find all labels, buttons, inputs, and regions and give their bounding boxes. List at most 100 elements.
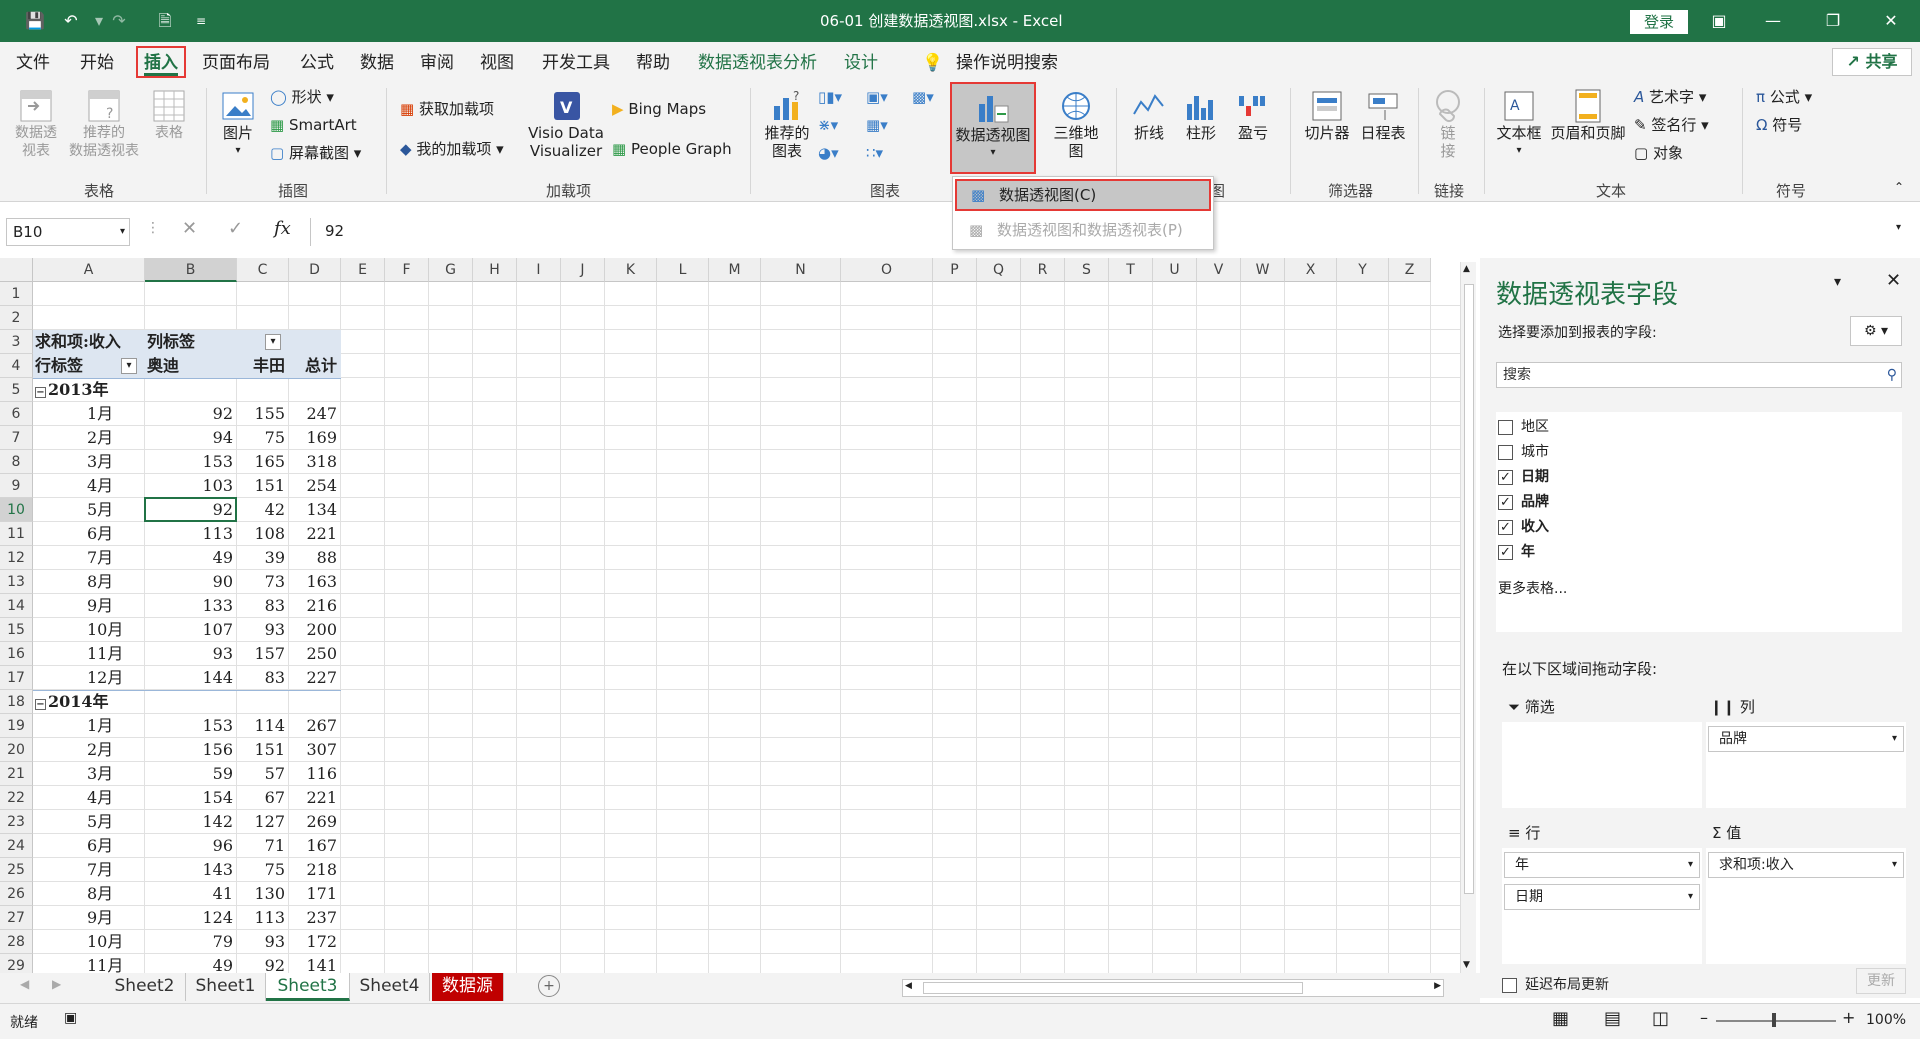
pivot-month[interactable]: 12月 xyxy=(35,666,141,690)
h-scrollbar-thumb[interactable] xyxy=(923,982,1303,994)
field-item[interactable]: ✓ 年 xyxy=(1498,541,1535,561)
pivot-cell[interactable]: 165 xyxy=(239,450,285,474)
row-header-15[interactable]: 15 xyxy=(0,618,33,642)
checkbox[interactable]: ✓ xyxy=(1498,494,1513,510)
cancel-icon[interactable]: ✕ xyxy=(182,218,197,239)
scrollbar-thumb[interactable] xyxy=(1464,284,1474,894)
row-header-27[interactable]: 27 xyxy=(0,906,33,930)
tab-view[interactable]: 视图 xyxy=(480,50,514,76)
pivot-month[interactable]: 3月 xyxy=(35,450,141,474)
undo-icon[interactable]: ↶ xyxy=(58,8,84,34)
scroll-left-icon[interactable]: ◀ xyxy=(905,981,912,991)
column-chart-button[interactable]: ▯▮▾ xyxy=(818,88,842,106)
pivot-cell[interactable]: 200 xyxy=(291,618,337,642)
row-field-year[interactable]: 年 ▾ xyxy=(1504,852,1700,878)
sheet-tab-active[interactable]: Sheet3 xyxy=(266,973,350,1001)
screenshot-button[interactable]: ▢ 屏幕截图 ▾ xyxy=(270,144,361,162)
row-header-25[interactable]: 25 xyxy=(0,858,33,882)
minimize-icon[interactable]: — xyxy=(1760,8,1786,34)
rows-drop-area[interactable]: 年 ▾ 日期 ▾ xyxy=(1502,848,1702,964)
pivot-cell[interactable]: 57 xyxy=(239,762,285,786)
pivot-cell[interactable]: 216 xyxy=(291,594,337,618)
column-header-C[interactable]: C xyxy=(237,258,289,282)
sheet-tab[interactable]: Sheet1 xyxy=(186,973,266,1001)
pivot-cell[interactable]: 141 xyxy=(291,954,337,973)
print-preview-icon[interactable]: 🗎 xyxy=(152,8,178,34)
pivot-cell[interactable]: 124 xyxy=(147,906,233,930)
column-header-H[interactable]: H xyxy=(473,258,517,282)
pivot-cell[interactable]: 169 xyxy=(291,426,337,450)
get-addins-button[interactable]: ▦ 获取加载项 xyxy=(400,100,494,118)
checkbox[interactable] xyxy=(1502,977,1517,993)
link-button[interactable]: 链 接 xyxy=(1426,88,1470,160)
value-field-sum-income[interactable]: 求和项:收入 ▾ xyxy=(1708,852,1904,878)
column-header-E[interactable]: E xyxy=(341,258,385,282)
column-header-D[interactable]: D xyxy=(289,258,341,282)
collapse-icon[interactable]: − xyxy=(35,387,46,398)
tab-developer[interactable]: 开发工具 xyxy=(542,50,610,76)
column-header-L[interactable]: L xyxy=(657,258,709,282)
row-header-17[interactable]: 17 xyxy=(0,666,33,690)
page-layout-view-icon[interactable]: ▤ xyxy=(1604,1008,1621,1029)
pivot-cell[interactable]: 73 xyxy=(239,570,285,594)
field-item[interactable]: ✓ 日期 xyxy=(1498,466,1549,486)
row-header-1[interactable]: 1 xyxy=(0,282,33,306)
pivot-column-label[interactable]: 列标签 ▾ xyxy=(147,330,285,354)
column-header-B[interactable]: B xyxy=(145,258,237,282)
column-header-U[interactable]: U xyxy=(1153,258,1197,282)
shapes-button[interactable]: ◯ 形状 ▾ xyxy=(270,88,334,106)
pivot-cell[interactable]: 151 xyxy=(239,738,285,762)
pivot-month[interactable]: 7月 xyxy=(35,858,141,882)
pivot-cell[interactable]: 221 xyxy=(291,786,337,810)
pivot-month[interactable]: 8月 xyxy=(35,570,141,594)
active-cell-selection[interactable] xyxy=(144,497,237,522)
prev-sheet-icon[interactable]: ◀ xyxy=(20,977,29,991)
scroll-up-icon[interactable]: ▲ xyxy=(1463,264,1470,274)
row-header-23[interactable]: 23 xyxy=(0,810,33,834)
column-header-P[interactable]: P xyxy=(933,258,977,282)
pivot-month[interactable]: 4月 xyxy=(35,786,141,810)
pivot-cell[interactable]: 42 xyxy=(239,498,285,522)
column-header-T[interactable]: T xyxy=(1109,258,1153,282)
pivot-cell[interactable]: 269 xyxy=(291,810,337,834)
pivot-column-header[interactable]: 总计 xyxy=(291,354,337,378)
row-header-24[interactable]: 24 xyxy=(0,834,33,858)
row-header-28[interactable]: 28 xyxy=(0,930,33,954)
sheet-tab[interactable]: Sheet2 xyxy=(104,973,186,1001)
pivot-cell[interactable]: 155 xyxy=(239,402,285,426)
row-header-14[interactable]: 14 xyxy=(0,594,33,618)
row-header-16[interactable]: 16 xyxy=(0,642,33,666)
customize-qat-icon[interactable]: ≡ xyxy=(188,8,214,34)
pivot-month[interactable]: 1月 xyxy=(35,402,141,426)
column-header-Z[interactable]: Z xyxy=(1389,258,1431,282)
pictures-button[interactable]: 图片 ▾ xyxy=(216,88,260,160)
tab-home[interactable]: 开始 xyxy=(80,50,114,76)
filter-dropdown-icon[interactable]: ▾ xyxy=(121,358,137,374)
sparkline-winloss-button[interactable]: 盈亏 xyxy=(1230,88,1276,142)
vertical-scrollbar[interactable]: ▲ ▼ xyxy=(1460,262,1476,976)
update-button[interactable]: 更新 xyxy=(1856,968,1906,994)
insert-function-button[interactable]: fx xyxy=(274,218,291,239)
pivot-cell[interactable]: 88 xyxy=(291,546,337,570)
pivot-cell[interactable]: 79 xyxy=(147,930,233,954)
pivot-cell[interactable]: 103 xyxy=(147,474,233,498)
hierarchy-chart-button[interactable]: ⋇▾ xyxy=(818,116,838,134)
pivot-cell[interactable]: 71 xyxy=(239,834,285,858)
row-header-11[interactable]: 11 xyxy=(0,522,33,546)
tab-pivot-analyze[interactable]: 数据透视表分析 xyxy=(698,50,817,76)
field-item[interactable]: 城市 xyxy=(1498,441,1549,461)
checkbox[interactable] xyxy=(1498,419,1513,435)
pie-chart-button[interactable]: ◕▾ xyxy=(818,144,839,162)
field-item[interactable]: ✓ 收入 xyxy=(1498,516,1549,536)
pivot-month[interactable]: 9月 xyxy=(35,594,141,618)
column-field-brand[interactable]: 品牌 ▾ xyxy=(1708,726,1904,752)
menu-item-pivot-chart[interactable]: ▩ 数据透视图(C) xyxy=(955,179,1211,211)
more-tables-link[interactable]: 更多表格... xyxy=(1498,578,1567,598)
pivot-month[interactable]: 10月 xyxy=(35,930,141,954)
tab-file[interactable]: 文件 xyxy=(16,50,50,76)
pivot-month[interactable]: 11月 xyxy=(35,954,141,973)
3d-map-button[interactable]: 三维地 图 xyxy=(1048,88,1104,160)
pivot-month[interactable]: 1月 xyxy=(35,714,141,738)
pivot-month[interactable]: 11月 xyxy=(35,642,141,666)
pivot-cell[interactable]: 92 xyxy=(147,402,233,426)
